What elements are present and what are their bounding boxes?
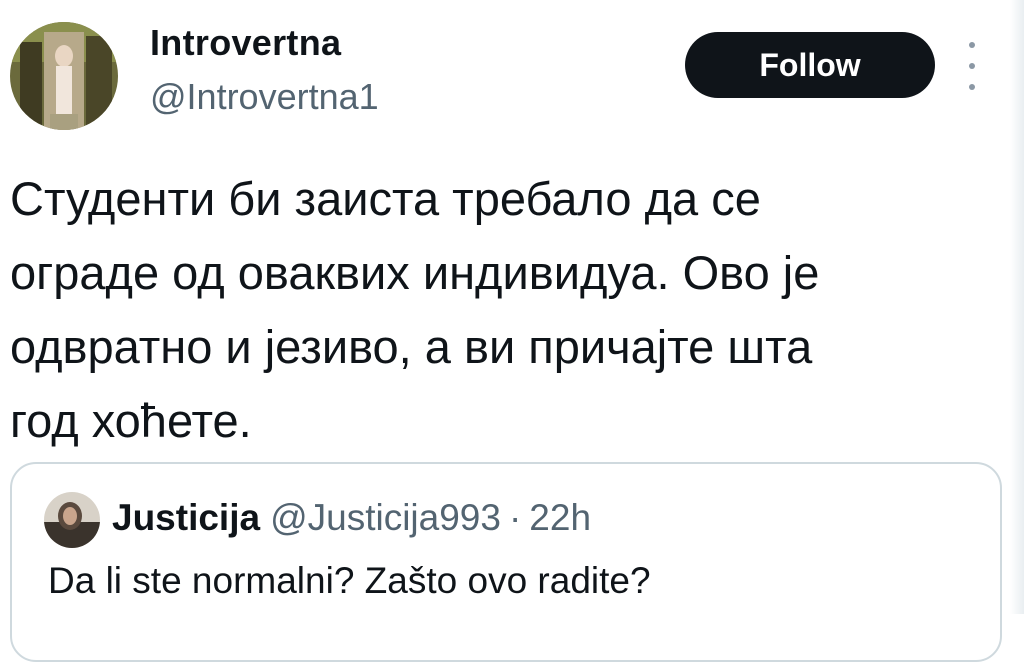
quote-header: Justicija @Justicija993 · 22h xyxy=(112,494,591,542)
tweet-card: Introvertna @Introvertna1 Follow Студент… xyxy=(0,0,1024,662)
quote-avatar xyxy=(44,492,100,548)
tweet-text: Студенти би заиста требало да се ограде … xyxy=(10,172,820,447)
follow-button[interactable]: Follow xyxy=(685,32,935,98)
more-vertical-icon[interactable] xyxy=(962,42,982,90)
author-avatar[interactable] xyxy=(10,22,118,130)
quote-author-handle[interactable]: @Justicija993 xyxy=(270,497,501,538)
quoted-tweet[interactable]: Justicija @Justicija993 · 22h Da li ste nor… xyxy=(10,462,1002,662)
quote-author-name[interactable]: Justicija xyxy=(112,497,260,538)
quote-text: Da li ste normalni? Zašto ovo radite? xyxy=(48,560,651,601)
quote-separator: · xyxy=(508,497,522,538)
screen-edge xyxy=(1010,0,1024,614)
quote-timestamp[interactable]: 22h xyxy=(529,497,591,538)
author-name[interactable]: Introvertna xyxy=(150,22,341,64)
avatar-photo-icon xyxy=(10,22,118,130)
quote-avatar-photo-icon xyxy=(44,492,100,548)
author-handle[interactable]: @Introvertna1 xyxy=(150,76,379,118)
